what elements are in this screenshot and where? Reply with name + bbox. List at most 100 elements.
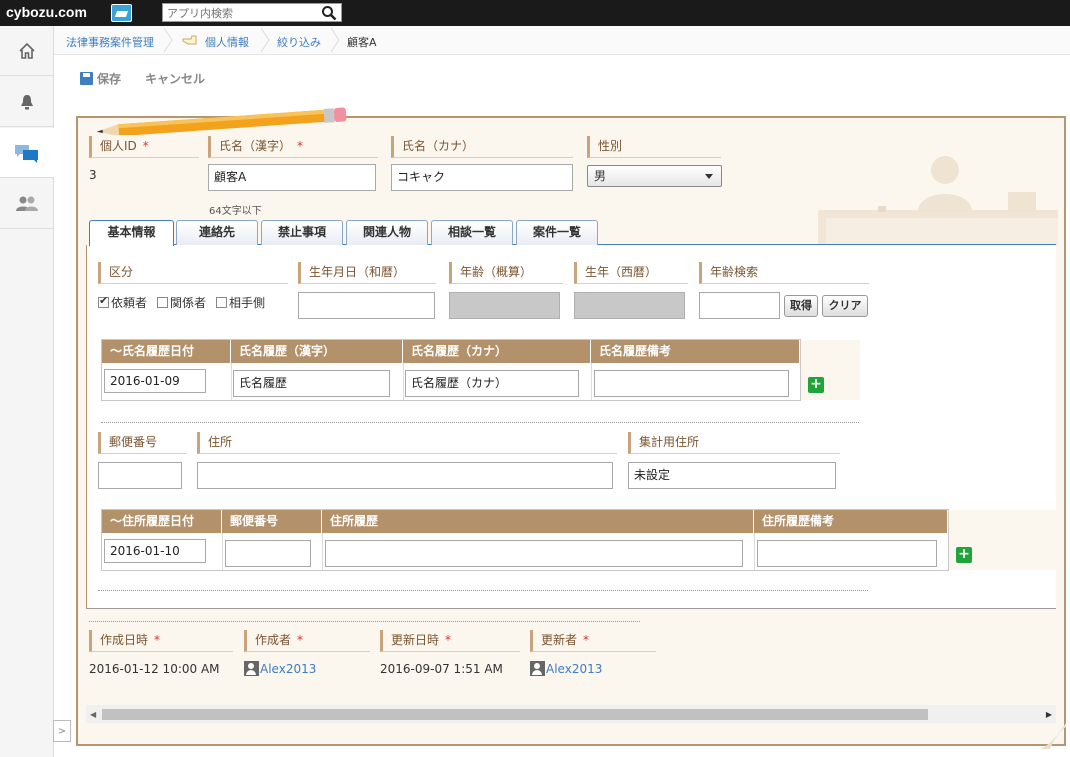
people-button[interactable]	[0, 179, 54, 229]
breadcrumb-filter[interactable]: 絞り込み	[277, 34, 321, 50]
address-history-header-address: 住所履歴	[322, 510, 754, 533]
chat-icon	[15, 144, 38, 163]
name-history-header-kana: 氏名履歴（カナ）	[403, 340, 591, 363]
divider	[89, 621, 640, 622]
tab-prohibited[interactable]: 禁止事項	[261, 220, 343, 245]
scroll-left-icon[interactable]: ◀	[90, 710, 96, 719]
name-kana-input[interactable]: コキャク	[391, 164, 573, 191]
name-history-kana-input[interactable]: 氏名履歴（カナ）	[405, 370, 579, 397]
creator-label: 作成者 *	[244, 630, 370, 652]
required-mark: *	[297, 139, 304, 153]
creator-link[interactable]: Alex2013	[244, 661, 316, 676]
clear-button[interactable]: クリア	[822, 295, 868, 317]
app-icon[interactable]	[111, 4, 132, 22]
creator-label-text: 作成者	[255, 633, 292, 647]
birth-jp-input[interactable]	[298, 292, 435, 319]
checkbox-client[interactable]: 依頼者	[98, 294, 147, 311]
postal-label: 郵便番号	[98, 432, 186, 454]
agg-address-value[interactable]: 未設定	[628, 462, 836, 489]
tab-cases[interactable]: 案件一覧	[516, 220, 598, 245]
save-button[interactable]: 保存	[80, 70, 121, 87]
age-search-label: 年齢検索	[699, 262, 869, 284]
created-at-label: 作成日時 *	[89, 630, 233, 652]
age-value	[449, 292, 560, 319]
address-history-date-input[interactable]: 2016-01-10	[104, 539, 206, 563]
address-history-address-input[interactable]	[325, 540, 743, 567]
search-icon[interactable]	[321, 5, 337, 21]
gender-label: 性別	[587, 136, 721, 158]
updater-name[interactable]: Alex2013	[546, 662, 602, 676]
creator-name[interactable]: Alex2013	[260, 662, 316, 676]
home-button[interactable]	[0, 26, 54, 76]
required-mark: *	[445, 633, 452, 647]
get-button[interactable]: 取得	[784, 295, 818, 317]
cell-separator	[231, 363, 232, 400]
save-icon	[80, 72, 93, 85]
birth-jp-label: 生年月日（和暦）	[298, 262, 436, 284]
sidebar	[0, 26, 54, 757]
agg-address-label: 集計用住所	[628, 432, 840, 454]
tab-consultations[interactable]: 相談一覧	[431, 220, 513, 245]
address-label-text: 住所	[208, 435, 233, 449]
search-input[interactable]	[167, 6, 315, 20]
name-history-kanji-input[interactable]: 氏名履歴	[233, 370, 390, 397]
updater-link[interactable]: Alex2013	[530, 661, 602, 676]
add-row-button[interactable]: +	[956, 547, 972, 563]
id-value: 3	[89, 168, 97, 182]
breadcrumb-app[interactable]: 法律事務案件管理	[66, 34, 154, 50]
tab-contact[interactable]: 連絡先	[176, 220, 258, 245]
cancel-button[interactable]: キャンセル	[145, 70, 205, 87]
postal-input[interactable]	[98, 462, 182, 489]
name-history-date-input[interactable]: 2016-01-09	[104, 369, 206, 393]
name-history-note-input[interactable]	[594, 370, 789, 397]
address-input[interactable]	[197, 462, 613, 489]
created-at-value: 2016-01-12 10:00 AM	[89, 662, 220, 676]
home-icon	[19, 42, 35, 59]
cell-separator	[322, 533, 323, 570]
checkbox-checked[interactable]	[98, 294, 109, 308]
divider	[101, 422, 859, 423]
checkbox-box[interactable]	[157, 297, 169, 308]
age-search-input[interactable]	[699, 292, 780, 319]
add-row-button[interactable]: +	[808, 377, 824, 393]
horizontal-scrollbar[interactable]: ◀ ▶	[86, 705, 1056, 723]
address-history-note-input[interactable]	[757, 540, 937, 567]
people-icon	[16, 196, 38, 211]
birth-year-label: 生年（西暦）	[574, 262, 688, 284]
cybozu-logo[interactable]: cybozu.com	[6, 4, 87, 20]
scrollbar-thumb[interactable]	[102, 709, 928, 720]
chevron-right-icon	[260, 28, 270, 52]
page-curl-icon	[1040, 723, 1066, 749]
sidebar-toggle[interactable]: >	[53, 720, 71, 742]
name-kanji-label-text: 氏名（漢字）	[219, 139, 292, 153]
cell-separator	[591, 363, 592, 400]
top-bar: cybozu.com	[0, 0, 1070, 26]
address-history-header-postal: 郵便番号	[222, 510, 322, 533]
messages-button[interactable]	[0, 128, 54, 178]
user-icon	[530, 661, 545, 676]
required-mark: *	[583, 633, 590, 647]
scroll-right-icon[interactable]: ▶	[1046, 710, 1052, 719]
address-history-header-note: 住所履歴備考	[754, 510, 948, 533]
chevron-right-icon: >	[57, 725, 67, 737]
name-kana-label: 氏名（カナ）	[391, 136, 573, 158]
id-label: 個人ID *	[89, 136, 199, 158]
checkbox-opponent[interactable]: 相手側	[216, 294, 265, 311]
checkbox-box[interactable]	[216, 297, 228, 308]
tab-basic[interactable]: 基本情報	[89, 220, 174, 246]
updater-label: 更新者 *	[530, 630, 656, 652]
breadcrumb-view[interactable]: 個人情報	[205, 34, 249, 50]
category-label-text: 区分	[109, 265, 134, 279]
cell-separator	[754, 533, 755, 570]
notification-button[interactable]	[0, 77, 54, 127]
address-history-postal-input[interactable]	[225, 540, 311, 567]
name-history-table: 〜氏名履歴日付 氏名履歴（漢字） 氏名履歴（カナ） 氏名履歴備考 2016-01…	[101, 339, 801, 401]
tab-related[interactable]: 関連人物	[346, 220, 428, 245]
checkbox-label: 相手側	[229, 296, 266, 310]
checkbox-related[interactable]: 関係者	[157, 294, 206, 311]
gender-select[interactable]: 男	[587, 165, 722, 187]
name-kanji-input[interactable]: 顧客A	[208, 164, 376, 191]
category-label: 区分	[98, 262, 288, 284]
id-label-text: 個人ID	[100, 139, 137, 153]
updater-label-text: 更新者	[541, 633, 578, 647]
